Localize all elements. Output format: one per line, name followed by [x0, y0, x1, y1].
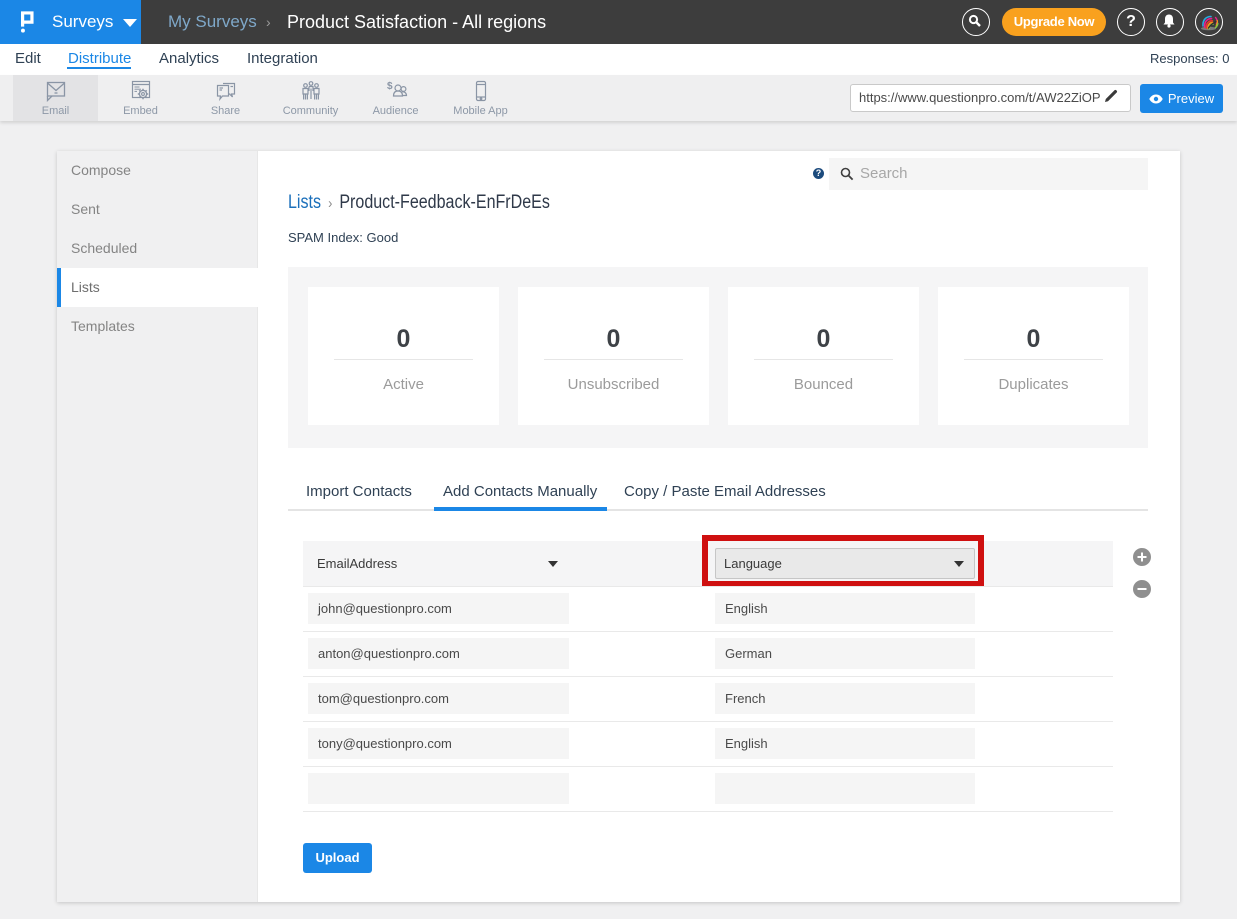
svg-text:$: $ — [387, 81, 393, 92]
